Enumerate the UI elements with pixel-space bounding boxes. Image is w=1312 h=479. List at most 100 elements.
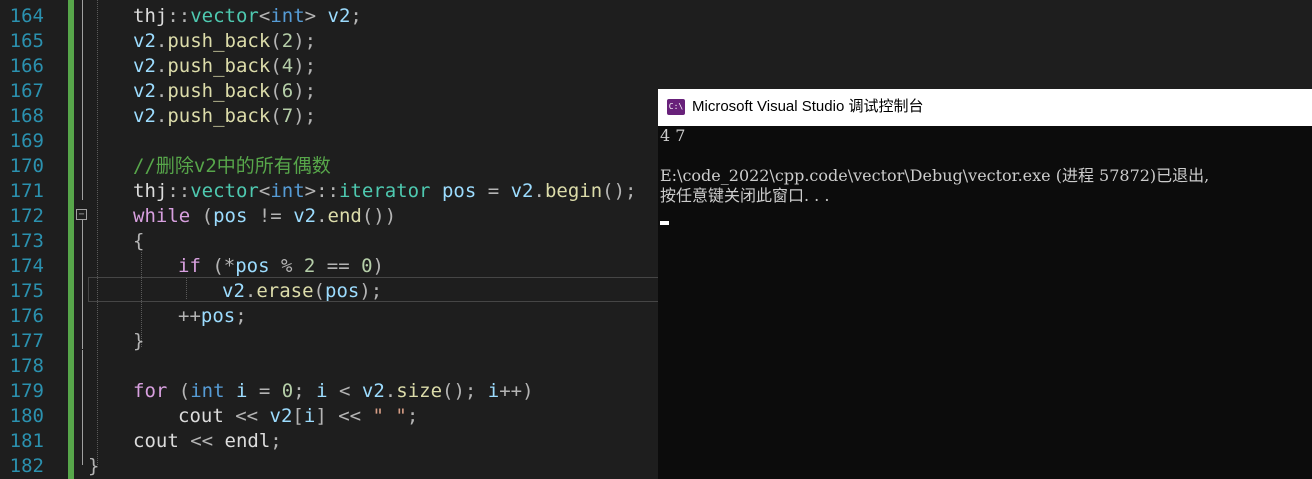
code-token: ): [372, 255, 384, 277]
code-token: v2: [133, 30, 156, 52]
code-token: (: [270, 55, 282, 77]
line-number: 164: [9, 5, 44, 27]
line-number: 182: [9, 455, 44, 477]
code-token: }: [133, 330, 145, 352]
code-token: v2: [361, 380, 385, 402]
line-number: 179: [9, 380, 44, 402]
code-token: " ": [372, 405, 407, 427]
code-token: =: [476, 180, 511, 202]
code-token: v2: [510, 180, 534, 202]
line-number: 177: [9, 330, 44, 352]
code-token: pos: [325, 280, 360, 302]
code-line[interactable]: 166 v2.push_back(4);: [0, 54, 1312, 79]
code-token: if: [178, 255, 201, 277]
code-token: (: [313, 280, 325, 302]
code-token: [: [292, 405, 304, 427]
code-token: push_back: [167, 105, 271, 127]
code-line[interactable]: 165 v2.push_back(2);: [0, 29, 1312, 54]
code-token: <<: [223, 405, 270, 427]
code-token: for: [133, 380, 168, 402]
line-number: 178: [9, 355, 44, 377]
code-token: push_back: [167, 55, 271, 77]
code-token: <: [258, 5, 271, 27]
code-token: .: [155, 55, 168, 77]
code-token: v2: [293, 205, 317, 227]
code-line[interactable]: 164 thj::vector<int> v2;: [0, 4, 1312, 29]
code-token: .: [316, 205, 328, 227]
code-token: 0: [281, 380, 294, 402]
code-text: //删除v2中的所有偶数: [133, 156, 331, 177]
console-cursor: [660, 221, 669, 225]
line-number: 168: [9, 105, 44, 127]
code-token: ();: [602, 180, 637, 202]
code-token: i: [236, 380, 248, 402]
code-text: {: [133, 231, 144, 252]
code-token: ::: [167, 5, 191, 27]
code-token: ()): [361, 205, 397, 227]
code-token: cout: [133, 430, 179, 452]
code-token: ==: [315, 255, 362, 277]
debug-console-window[interactable]: C:\ Microsoft Visual Studio 调试控制台 4 7 E:…: [658, 89, 1312, 479]
code-text: cout << v2[i] << " ";: [178, 406, 418, 427]
code-token: erase: [256, 280, 314, 302]
code-text: }: [88, 456, 99, 477]
code-token: .: [384, 380, 397, 402]
console-app-icon: C:\: [667, 99, 685, 115]
code-token: 7: [281, 105, 294, 127]
console-output: 4 7 E:\code_2022\cpp.code\vector\Debug\v…: [658, 126, 1312, 479]
console-line: 4 7: [660, 126, 686, 145]
line-number: 170: [9, 155, 44, 177]
code-token: end: [327, 205, 362, 227]
code-token: push_back: [167, 80, 271, 102]
code-token: v2: [222, 280, 245, 302]
code-token: int: [270, 5, 305, 27]
code-token: v2: [269, 405, 293, 427]
code-token: vector: [190, 5, 259, 27]
code-token: 2: [303, 255, 316, 277]
code-token: pos: [235, 255, 270, 277]
line-number: 172: [9, 205, 44, 227]
code-token: ++: [178, 305, 201, 327]
code-token: >: [304, 5, 328, 27]
code-text: thj::vector<int> v2;: [133, 6, 362, 27]
code-token: <: [258, 180, 271, 202]
console-title-bar[interactable]: C:\ Microsoft Visual Studio 调试控制台: [658, 89, 1312, 126]
code-token: );: [293, 105, 317, 127]
code-token: );: [359, 280, 383, 302]
code-token: {: [133, 230, 145, 252]
code-token: cout: [178, 405, 224, 427]
code-token: >::: [304, 180, 339, 202]
code-token: .: [244, 280, 257, 302]
code-token: //删除v2中的所有偶数: [133, 155, 331, 177]
code-token: );: [293, 30, 317, 52]
line-number: 169: [9, 130, 44, 152]
code-token: endl: [224, 430, 271, 452]
code-token: (: [190, 205, 214, 227]
code-token: while: [133, 205, 191, 227]
code-token: pos: [200, 305, 236, 327]
code-text: cout << endl;: [133, 431, 282, 452]
code-token: ++): [499, 380, 534, 402]
code-token: size: [396, 380, 443, 402]
code-text: for (int i = 0; i < v2.size(); i++): [133, 381, 534, 402]
line-number: 171: [9, 180, 44, 202]
code-token: ;: [270, 430, 282, 452]
code-text: v2.push_back(6);: [133, 81, 316, 102]
code-token: (*: [200, 255, 236, 277]
code-token: (: [270, 30, 282, 52]
code-token: (: [270, 105, 282, 127]
code-token: .: [533, 180, 545, 202]
code-token: !=: [247, 205, 294, 227]
code-token: ;: [350, 5, 362, 27]
line-number: 173: [9, 230, 44, 252]
code-token: pos: [441, 180, 477, 202]
code-token: (: [167, 380, 191, 402]
code-text: v2.push_back(7);: [133, 106, 316, 127]
line-number: 166: [9, 55, 44, 77]
code-token: begin: [544, 180, 603, 202]
code-token: pos: [213, 205, 248, 227]
code-token: }: [88, 455, 100, 477]
code-token: 6: [281, 80, 294, 102]
code-token: i: [487, 380, 500, 402]
